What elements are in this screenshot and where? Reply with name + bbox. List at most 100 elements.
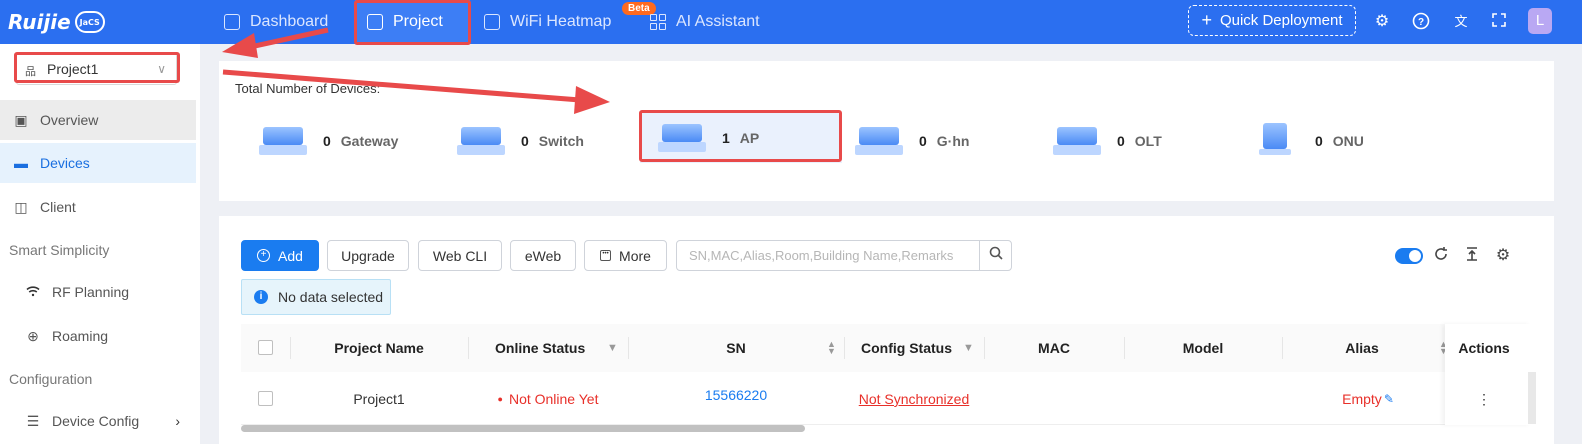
translate-icon[interactable]: 文 bbox=[1451, 12, 1471, 32]
device-type-label: OLT bbox=[1134, 133, 1162, 149]
sidebar-group-configuration: Configuration bbox=[9, 371, 93, 387]
sidebar-item-overview[interactable]: ▣ Overview bbox=[0, 100, 196, 140]
briefcase-icon: ▣ bbox=[14, 112, 28, 128]
refresh-icon[interactable] bbox=[1431, 246, 1451, 266]
table-row[interactable]: Project1 ● Not Online Yet 15566220 Not S… bbox=[241, 373, 1531, 425]
sidebar-item-label: RF Planning bbox=[52, 284, 130, 300]
sliders-icon: ☰ bbox=[26, 412, 40, 429]
more-button[interactable]: ••• More bbox=[584, 240, 667, 271]
vertical-scrollbar[interactable] bbox=[1528, 372, 1536, 424]
more-button-label: More bbox=[619, 247, 651, 264]
device-type-ghn[interactable]: 0 G·hn bbox=[855, 117, 969, 165]
horizontal-scrollbar[interactable] bbox=[241, 425, 805, 432]
devices-icon: ▬ bbox=[14, 155, 28, 171]
column-sn[interactable]: SN bbox=[628, 324, 844, 372]
actions-column: Actions ⋮ bbox=[1445, 324, 1531, 425]
sidebar-item-label: Overview bbox=[40, 112, 99, 128]
table-header: Project Name Online Status ▼ SN ▲ ▼ Confi… bbox=[241, 324, 1531, 372]
sidebar-item-devices[interactable]: ▬ Devices bbox=[0, 143, 196, 183]
sidebar-item-label: Devices bbox=[40, 155, 90, 171]
device-type-label: G·hn bbox=[936, 133, 970, 149]
annotation-highlight-project-nav bbox=[354, 0, 471, 45]
column-settings-icon[interactable]: ⚙ bbox=[1493, 246, 1513, 266]
device-list-card: + Add Upgrade Web CLI eWeb ••• More ⚙ i … bbox=[219, 216, 1554, 444]
plus-icon: + bbox=[1201, 10, 1212, 30]
sidebar-item-rf-planning[interactable]: RF Planning bbox=[0, 272, 196, 312]
svg-text:?: ? bbox=[1418, 17, 1424, 28]
wifi-icon bbox=[24, 284, 42, 300]
help-icon[interactable]: ? bbox=[1411, 12, 1431, 32]
fullscreen-icon[interactable] bbox=[1489, 12, 1509, 32]
logo-text: Ruijie bbox=[8, 10, 71, 34]
sidebar-item-label: Roaming bbox=[52, 328, 109, 344]
filter-icon[interactable]: ▼ bbox=[607, 342, 618, 354]
row-actions-menu-icon[interactable]: ⋮ bbox=[1445, 373, 1523, 425]
plus-circle-icon: + bbox=[257, 249, 271, 262]
annotation-highlight-project-select bbox=[14, 52, 180, 83]
top-navigation-bar: Ruijie JaCS Dashboard Project WiFi Heatm… bbox=[0, 0, 1582, 44]
cell-project-name: Project1 bbox=[353, 391, 405, 407]
search-icon[interactable] bbox=[979, 241, 1011, 270]
web-cli-button[interactable]: Web CLI bbox=[418, 240, 502, 271]
sort-icon[interactable]: ▲ ▼ bbox=[827, 340, 836, 356]
client-icon: ◫ bbox=[14, 199, 28, 215]
auto-refresh-toggle[interactable] bbox=[1395, 248, 1423, 264]
export-icon[interactable] bbox=[1462, 246, 1482, 266]
quick-deployment-label: Quick Deployment bbox=[1219, 12, 1343, 29]
cell-online-status: ● Not Online Yet bbox=[468, 373, 628, 425]
chevron-right-icon: › bbox=[175, 413, 180, 429]
ruijie-logo[interactable]: Ruijie JaCS bbox=[8, 8, 118, 36]
sidebar-item-client[interactable]: ◫ Client bbox=[0, 187, 196, 227]
nav-dashboard[interactable]: Dashboard bbox=[224, 0, 328, 44]
jacs-badge: JaCS bbox=[74, 11, 105, 33]
globe-icon: ⊕ bbox=[27, 327, 39, 344]
upgrade-button[interactable]: Upgrade bbox=[327, 240, 409, 271]
column-alias[interactable]: Alias bbox=[1282, 324, 1442, 372]
more-icon: ••• bbox=[600, 250, 612, 261]
sidebar-item-label: Client bbox=[40, 199, 76, 215]
ghn-icon bbox=[855, 123, 903, 159]
eweb-button[interactable]: eWeb bbox=[510, 240, 576, 271]
cell-config-status[interactable]: Not Synchronized bbox=[844, 373, 984, 425]
nav-ai-assistant[interactable]: AI Assistant bbox=[650, 0, 760, 44]
column-mac[interactable]: MAC bbox=[984, 324, 1124, 372]
heatmap-icon bbox=[484, 14, 500, 30]
filter-icon[interactable]: ▼ bbox=[963, 342, 974, 354]
apps-grid-icon bbox=[650, 14, 666, 30]
row-checkbox[interactable] bbox=[258, 391, 273, 406]
cell-sn[interactable]: 15566220 bbox=[628, 369, 844, 421]
onu-icon bbox=[1251, 123, 1299, 159]
user-avatar[interactable]: L bbox=[1528, 8, 1552, 34]
olt-icon bbox=[1053, 123, 1101, 159]
column-online-status-label: Online Status bbox=[495, 340, 586, 356]
selection-info-text: No data selected bbox=[278, 289, 384, 305]
device-search bbox=[676, 240, 1012, 271]
sidebar-item-device-config[interactable]: ☰ Device Config › bbox=[0, 401, 196, 441]
search-input[interactable] bbox=[677, 241, 977, 270]
online-status-text: Not Online Yet bbox=[508, 391, 599, 407]
sidebar-item-roaming[interactable]: ⊕ Roaming bbox=[0, 316, 196, 356]
device-type-label: ONU bbox=[1332, 133, 1364, 149]
device-type-gateway[interactable]: 0 Gateway bbox=[259, 117, 398, 165]
device-type-olt[interactable]: 0 OLT bbox=[1053, 117, 1162, 165]
column-online-status[interactable]: Online Status bbox=[468, 324, 628, 372]
gear-icon[interactable]: ⚙ bbox=[1372, 12, 1392, 32]
summary-title: Total Number of Devices: bbox=[235, 81, 381, 96]
add-button[interactable]: + Add bbox=[241, 240, 319, 271]
column-project-name[interactable]: Project Name bbox=[290, 324, 468, 372]
device-type-switch[interactable]: 0 Switch bbox=[457, 117, 584, 165]
device-type-onu[interactable]: 0 ONU bbox=[1251, 117, 1364, 165]
device-count: 0 bbox=[919, 133, 927, 149]
select-all-checkbox[interactable] bbox=[258, 340, 273, 355]
column-model[interactable]: Model bbox=[1124, 324, 1282, 372]
cell-alias[interactable]: Empty ✎ bbox=[1282, 373, 1442, 425]
alias-text: Empty bbox=[1342, 391, 1382, 407]
edit-icon[interactable]: ✎ bbox=[1384, 392, 1394, 406]
quick-deployment-button[interactable]: + Quick Deployment bbox=[1188, 5, 1356, 36]
switch-icon bbox=[457, 123, 505, 159]
nav-wifi-heatmap[interactable]: WiFi Heatmap bbox=[484, 0, 611, 44]
cell-model bbox=[1124, 373, 1282, 425]
nav-dashboard-label: Dashboard bbox=[250, 13, 329, 30]
sidebar-item-label: Device Config bbox=[52, 413, 140, 429]
device-count: 0 bbox=[1117, 133, 1125, 149]
